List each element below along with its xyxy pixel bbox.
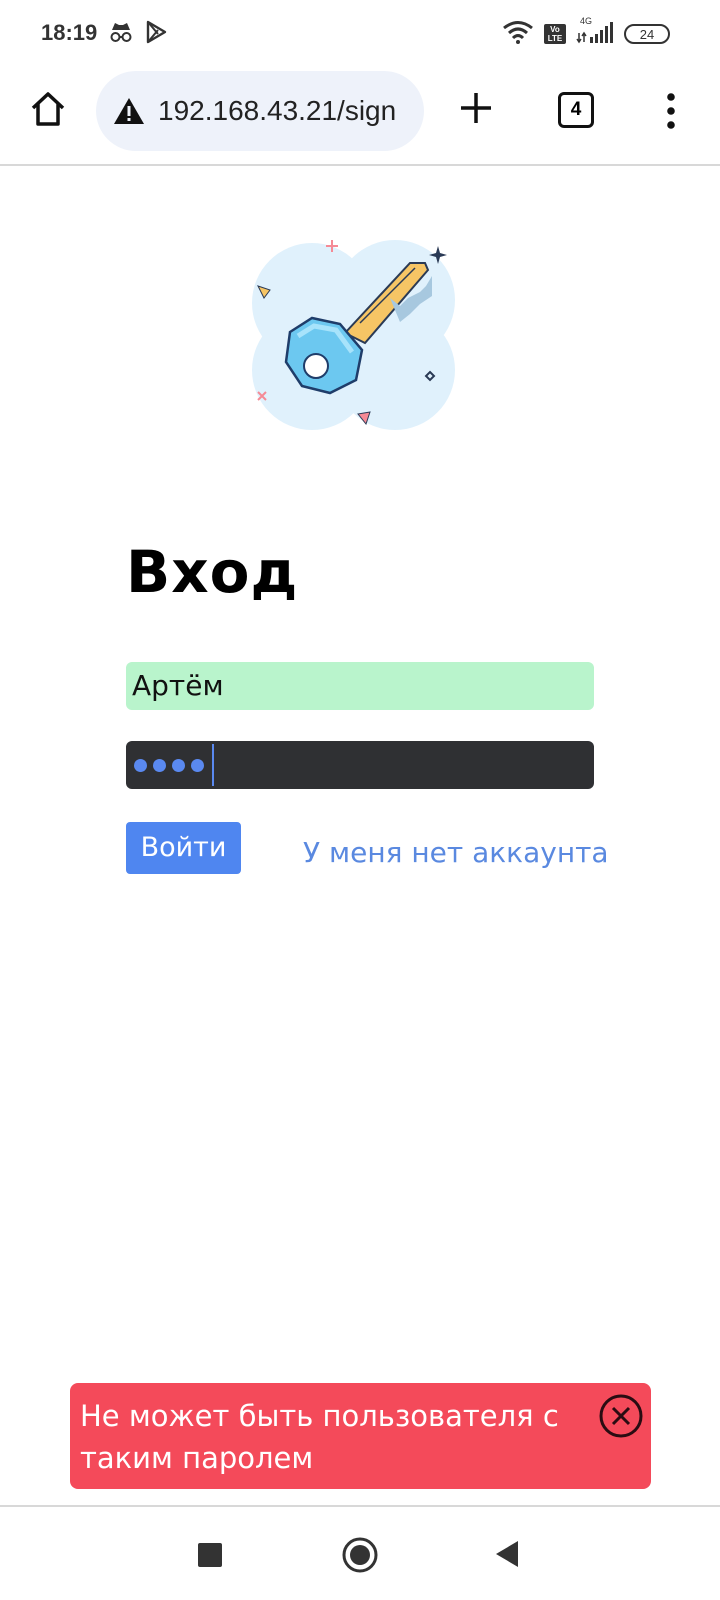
tab-switcher-button[interactable]: 4 xyxy=(558,92,594,128)
wifi-icon xyxy=(502,20,534,48)
password-dot xyxy=(134,758,147,772)
status-bar: 18:19 Vo LTE 4G 24 xyxy=(0,0,720,66)
page-title: Вход xyxy=(126,538,299,606)
more-vert-icon[interactable] xyxy=(664,92,678,130)
home-icon[interactable] xyxy=(28,89,68,129)
register-link[interactable]: У меня нет аккаунта xyxy=(303,836,609,869)
password-dot xyxy=(191,758,204,772)
back-triangle-icon[interactable] xyxy=(494,1539,520,1569)
incognito-icon xyxy=(108,20,134,48)
system-nav-bar xyxy=(0,1505,720,1600)
key-icon xyxy=(250,228,470,448)
text-caret xyxy=(212,744,214,786)
password-field[interactable] xyxy=(126,741,594,789)
plus-icon[interactable] xyxy=(458,90,494,126)
status-time: 18:19 xyxy=(41,20,98,45)
login-field[interactable]: Артём xyxy=(126,662,594,710)
home-circle-icon[interactable] xyxy=(342,1537,378,1573)
battery-indicator: 24 xyxy=(624,24,670,44)
volte-badge: Vo LTE xyxy=(544,24,566,44)
password-dot xyxy=(153,758,166,772)
password-dot xyxy=(172,758,185,772)
error-toast: Не может быть пользователя с таким парол… xyxy=(70,1383,651,1489)
url-text[interactable]: 192.168.43.21/sign xyxy=(158,95,396,127)
network-type: 4G xyxy=(580,16,593,26)
close-circle-icon[interactable] xyxy=(598,1393,644,1439)
recents-icon[interactable] xyxy=(198,1543,222,1567)
signal-icon: 4G xyxy=(576,16,614,48)
error-message: Не может быть пользователя с таким парол… xyxy=(80,1399,559,1475)
browser-toolbar: 192.168.43.21/sign 4 xyxy=(0,66,720,166)
play-store-icon xyxy=(144,20,168,48)
login-button[interactable]: Войти xyxy=(126,822,241,874)
warning-icon[interactable] xyxy=(112,96,146,126)
url-bar[interactable]: 192.168.43.21/sign xyxy=(96,71,424,151)
